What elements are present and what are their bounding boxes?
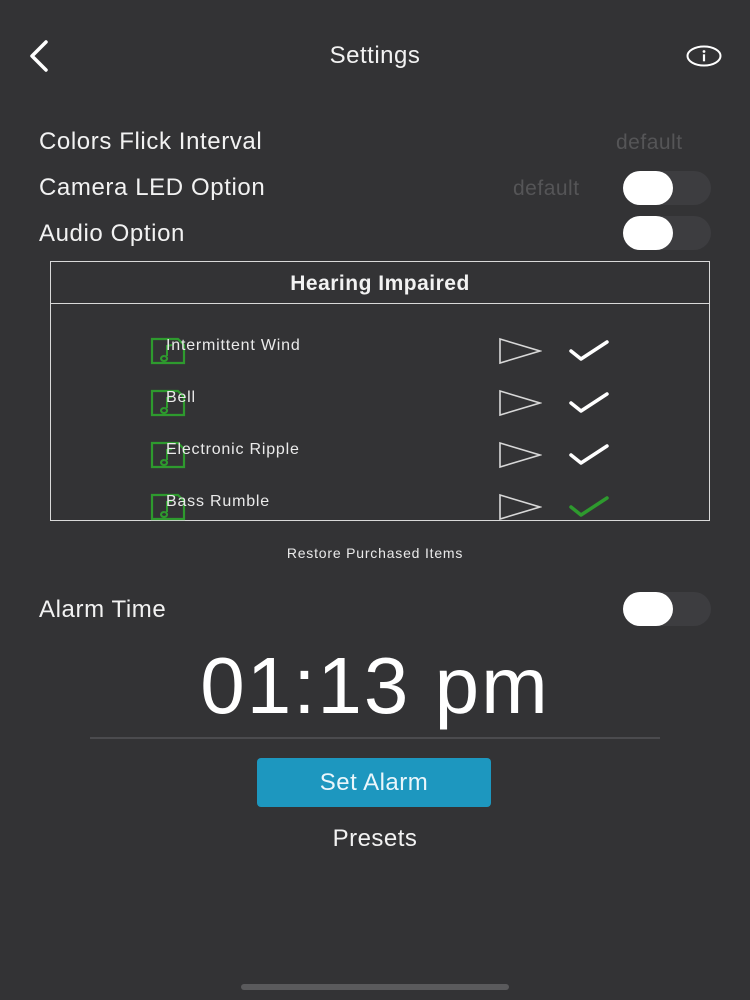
camera-led-toggle[interactable]: [623, 171, 711, 205]
set-alarm-button[interactable]: Set Alarm: [257, 758, 491, 807]
colors-flick-label: Colors Flick Interval: [39, 128, 263, 155]
sound-name[interactable]: Intermittent Wind: [166, 337, 301, 355]
checkmark-icon-selected[interactable]: [568, 494, 610, 520]
checkmark-icon[interactable]: [568, 390, 610, 416]
play-icon[interactable]: [498, 389, 543, 417]
camera-led-label: Camera LED Option: [39, 174, 266, 201]
panel-title: Hearing Impaired: [51, 262, 709, 304]
checkmark-icon[interactable]: [568, 338, 610, 364]
info-icon: [686, 45, 722, 67]
hearing-impaired-panel: Hearing Impaired: [50, 261, 710, 521]
presets-button[interactable]: Presets: [0, 825, 750, 853]
alarm-time-label: Alarm Time: [39, 596, 167, 623]
play-icon[interactable]: [498, 337, 543, 365]
restore-purchases-link[interactable]: Restore Purchased Items: [0, 545, 750, 561]
toggle-knob: [623, 216, 673, 250]
audio-option-toggle[interactable]: [623, 216, 711, 250]
sound-name[interactable]: Bass Rumble: [166, 493, 270, 511]
sound-name[interactable]: Bell: [166, 389, 196, 407]
alarm-time-display[interactable]: 01:13 pm: [0, 640, 750, 732]
alarm-toggle[interactable]: [623, 592, 711, 626]
play-icon[interactable]: [498, 493, 543, 521]
audio-option-label: Audio Option: [39, 220, 185, 247]
divider: [90, 737, 660, 739]
camera-led-value[interactable]: default: [513, 177, 580, 201]
home-indicator[interactable]: [241, 984, 509, 990]
play-icon[interactable]: [498, 441, 543, 469]
colors-flick-value[interactable]: default: [616, 131, 683, 155]
toggle-knob: [623, 171, 673, 205]
checkmark-icon[interactable]: [568, 442, 610, 468]
sound-name[interactable]: Electronic Ripple: [166, 441, 300, 459]
info-button[interactable]: [686, 45, 722, 67]
page-title: Settings: [329, 42, 421, 69]
toggle-knob: [623, 592, 673, 626]
